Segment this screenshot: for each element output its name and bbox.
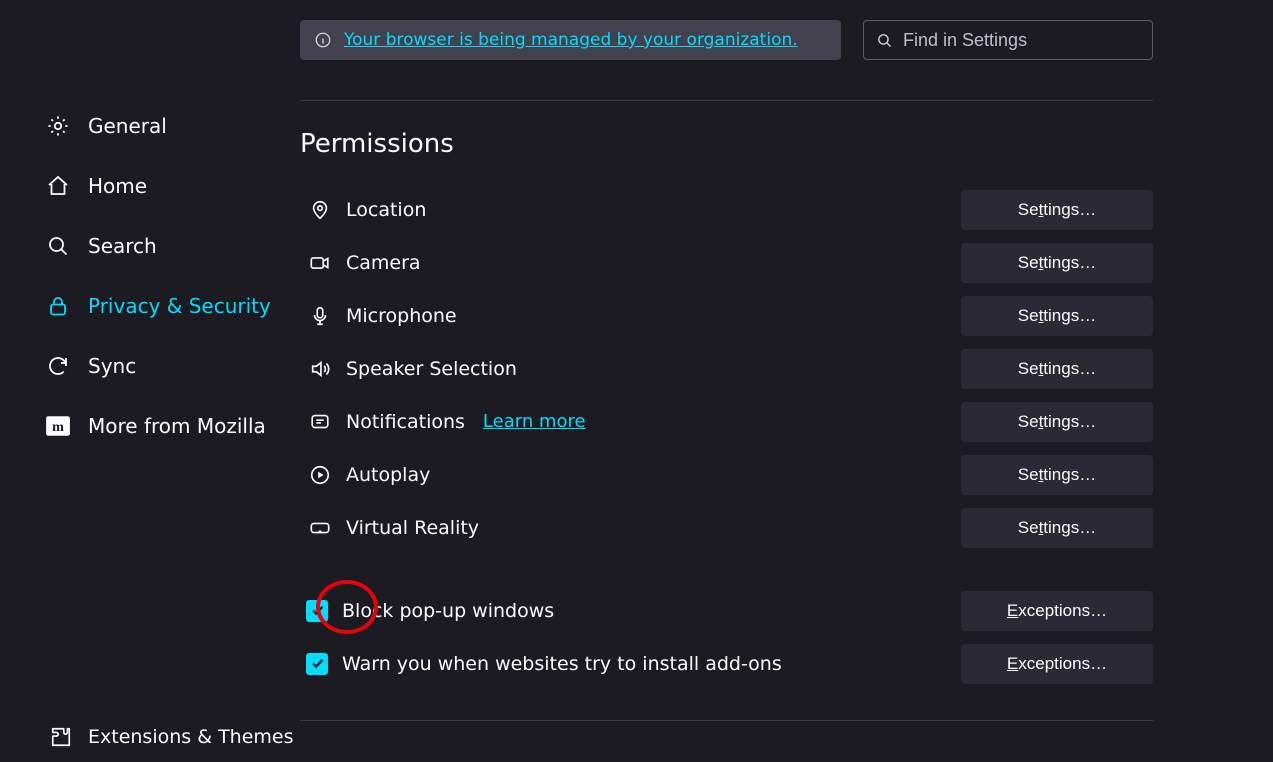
sidebar-item-general[interactable]: General: [44, 96, 300, 156]
perm-label: Autoplay: [346, 464, 430, 486]
management-banner: Your browser is being managed by your or…: [300, 20, 841, 60]
perm-label: Notifications: [346, 411, 465, 433]
location-icon: [306, 199, 334, 221]
notification-icon: [306, 411, 334, 433]
sidebar-item-label: General: [88, 114, 167, 138]
exceptions-button-popups[interactable]: Exceptions…: [961, 591, 1153, 631]
home-icon: [44, 174, 72, 198]
check-row-addons: Warn you when websites try to install ad…: [300, 637, 1153, 690]
divider: [300, 720, 1153, 721]
settings-button-location[interactable]: Settings…: [961, 190, 1153, 230]
sidebar: General Home Search Privacy & Security S…: [0, 0, 300, 762]
topbar: Your browser is being managed by your or…: [300, 20, 1153, 60]
mic-icon: [306, 305, 334, 327]
check-row-popups: Block pop-up windows Exceptions…: [300, 584, 1153, 637]
sidebar-item-label: More from Mozilla: [88, 414, 266, 438]
info-icon: [314, 31, 332, 49]
perm-row-camera: Camera Settings…: [300, 236, 1153, 289]
sidebar-item-label: Search: [88, 234, 157, 258]
perm-label: Camera: [346, 252, 421, 274]
settings-button-vr[interactable]: Settings…: [961, 508, 1153, 548]
perm-label: Microphone: [346, 305, 457, 327]
settings-search-input[interactable]: [903, 30, 1140, 51]
learn-more-link[interactable]: Learn more: [483, 411, 586, 432]
sidebar-footer-extensions[interactable]: Extensions & Themes: [44, 712, 300, 762]
settings-search[interactable]: [863, 20, 1153, 60]
checkbox-warn-addons[interactable]: [306, 653, 328, 675]
exceptions-button-addons[interactable]: Exceptions…: [961, 644, 1153, 684]
puzzle-icon: [50, 726, 72, 748]
divider: [300, 100, 1153, 101]
settings-button-notifications[interactable]: Settings…: [961, 402, 1153, 442]
sidebar-item-label: Privacy & Security: [88, 294, 271, 318]
perm-row-vr: Virtual Reality Settings…: [300, 501, 1153, 554]
management-link[interactable]: Your browser is being managed by your or…: [344, 30, 798, 50]
camera-icon: [306, 252, 334, 274]
settings-button-speaker[interactable]: Settings…: [961, 349, 1153, 389]
perm-label: Location: [346, 199, 426, 221]
vr-icon: [306, 517, 334, 539]
sync-icon: [44, 354, 72, 378]
perm-row-notifications: Notifications Learn more Settings…: [300, 395, 1153, 448]
svg-text:m: m: [52, 419, 64, 435]
gear-icon: [44, 114, 72, 138]
main-content: Your browser is being managed by your or…: [300, 0, 1273, 762]
perm-label: Virtual Reality: [346, 517, 479, 539]
perm-row-microphone: Microphone Settings…: [300, 289, 1153, 342]
speaker-icon: [306, 358, 334, 380]
settings-button-microphone[interactable]: Settings…: [961, 296, 1153, 336]
sidebar-item-label: Home: [88, 174, 147, 198]
perm-row-autoplay: Autoplay Settings…: [300, 448, 1153, 501]
section-title-permissions: Permissions: [300, 129, 1153, 159]
check-label: Block pop-up windows: [342, 600, 554, 622]
checkbox-block-popups[interactable]: [306, 600, 328, 622]
search-icon: [876, 32, 893, 49]
search-icon: [44, 234, 72, 258]
autoplay-icon: [306, 464, 334, 486]
perm-row-location: Location Settings…: [300, 183, 1153, 236]
sidebar-item-label: Sync: [88, 354, 136, 378]
settings-button-autoplay[interactable]: Settings…: [961, 455, 1153, 495]
check-label: Warn you when websites try to install ad…: [342, 653, 782, 675]
sidebar-footer-label: Extensions & Themes: [88, 726, 294, 748]
perm-label: Speaker Selection: [346, 358, 517, 380]
sidebar-item-search[interactable]: Search: [44, 216, 300, 276]
mozilla-icon: m: [44, 413, 72, 439]
sidebar-item-home[interactable]: Home: [44, 156, 300, 216]
lock-icon: [44, 294, 72, 318]
sidebar-item-more-mozilla[interactable]: m More from Mozilla: [44, 396, 300, 456]
perm-row-speaker: Speaker Selection Settings…: [300, 342, 1153, 395]
sidebar-item-privacy[interactable]: Privacy & Security: [44, 276, 300, 336]
settings-button-camera[interactable]: Settings…: [961, 243, 1153, 283]
sidebar-item-sync[interactable]: Sync: [44, 336, 300, 396]
